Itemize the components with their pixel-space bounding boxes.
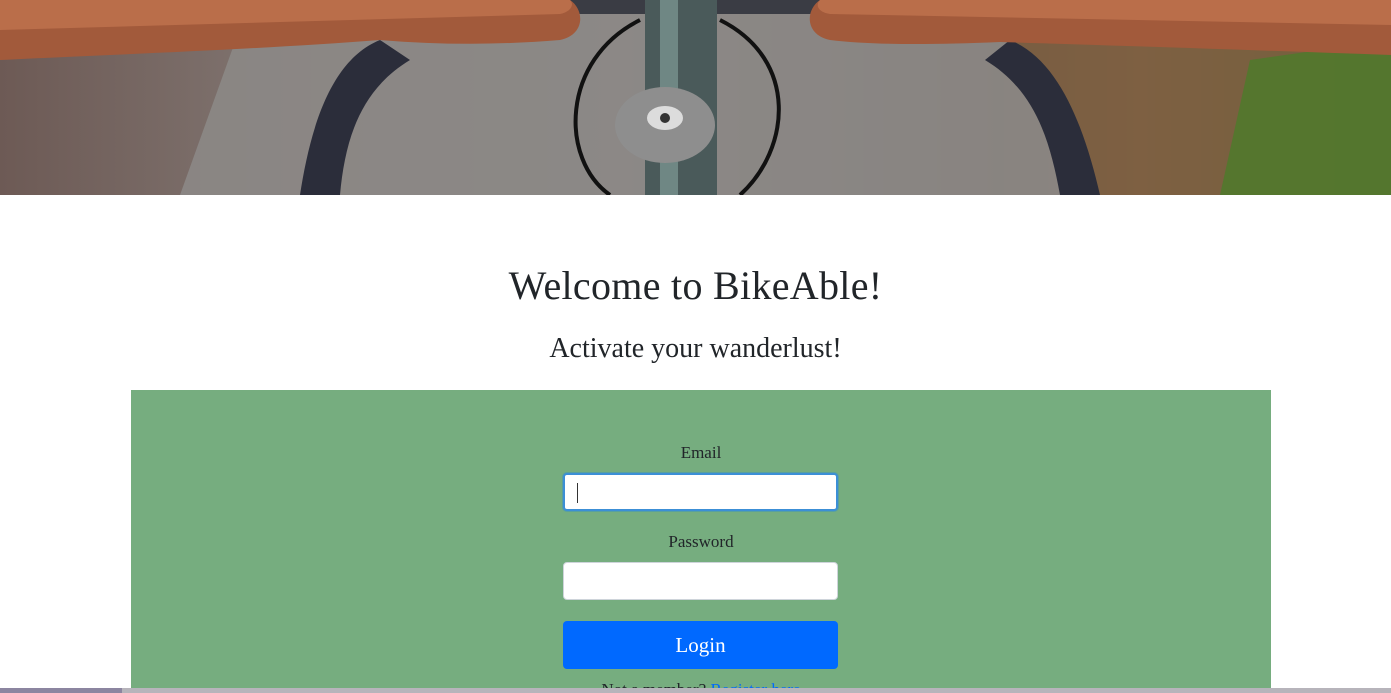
bike-handlebar-illustration (0, 0, 1391, 195)
text-caret (577, 483, 578, 503)
window-bottom-edge (0, 688, 1391, 693)
window-bottom-edge-left (0, 688, 122, 693)
email-label: Email (680, 443, 722, 462)
email-field[interactable] (563, 473, 838, 511)
hero-banner-image (0, 0, 1391, 195)
welcome-title: Welcome to BikeAble! (508, 263, 883, 308)
login-button[interactable]: Login (563, 621, 838, 669)
welcome-subtitle: Activate your wanderlust! (549, 333, 842, 364)
password-label: Password (668, 532, 734, 551)
password-field[interactable] (563, 562, 838, 600)
login-form-panel: Email Password Login Not a member? Regis… (131, 390, 1271, 693)
